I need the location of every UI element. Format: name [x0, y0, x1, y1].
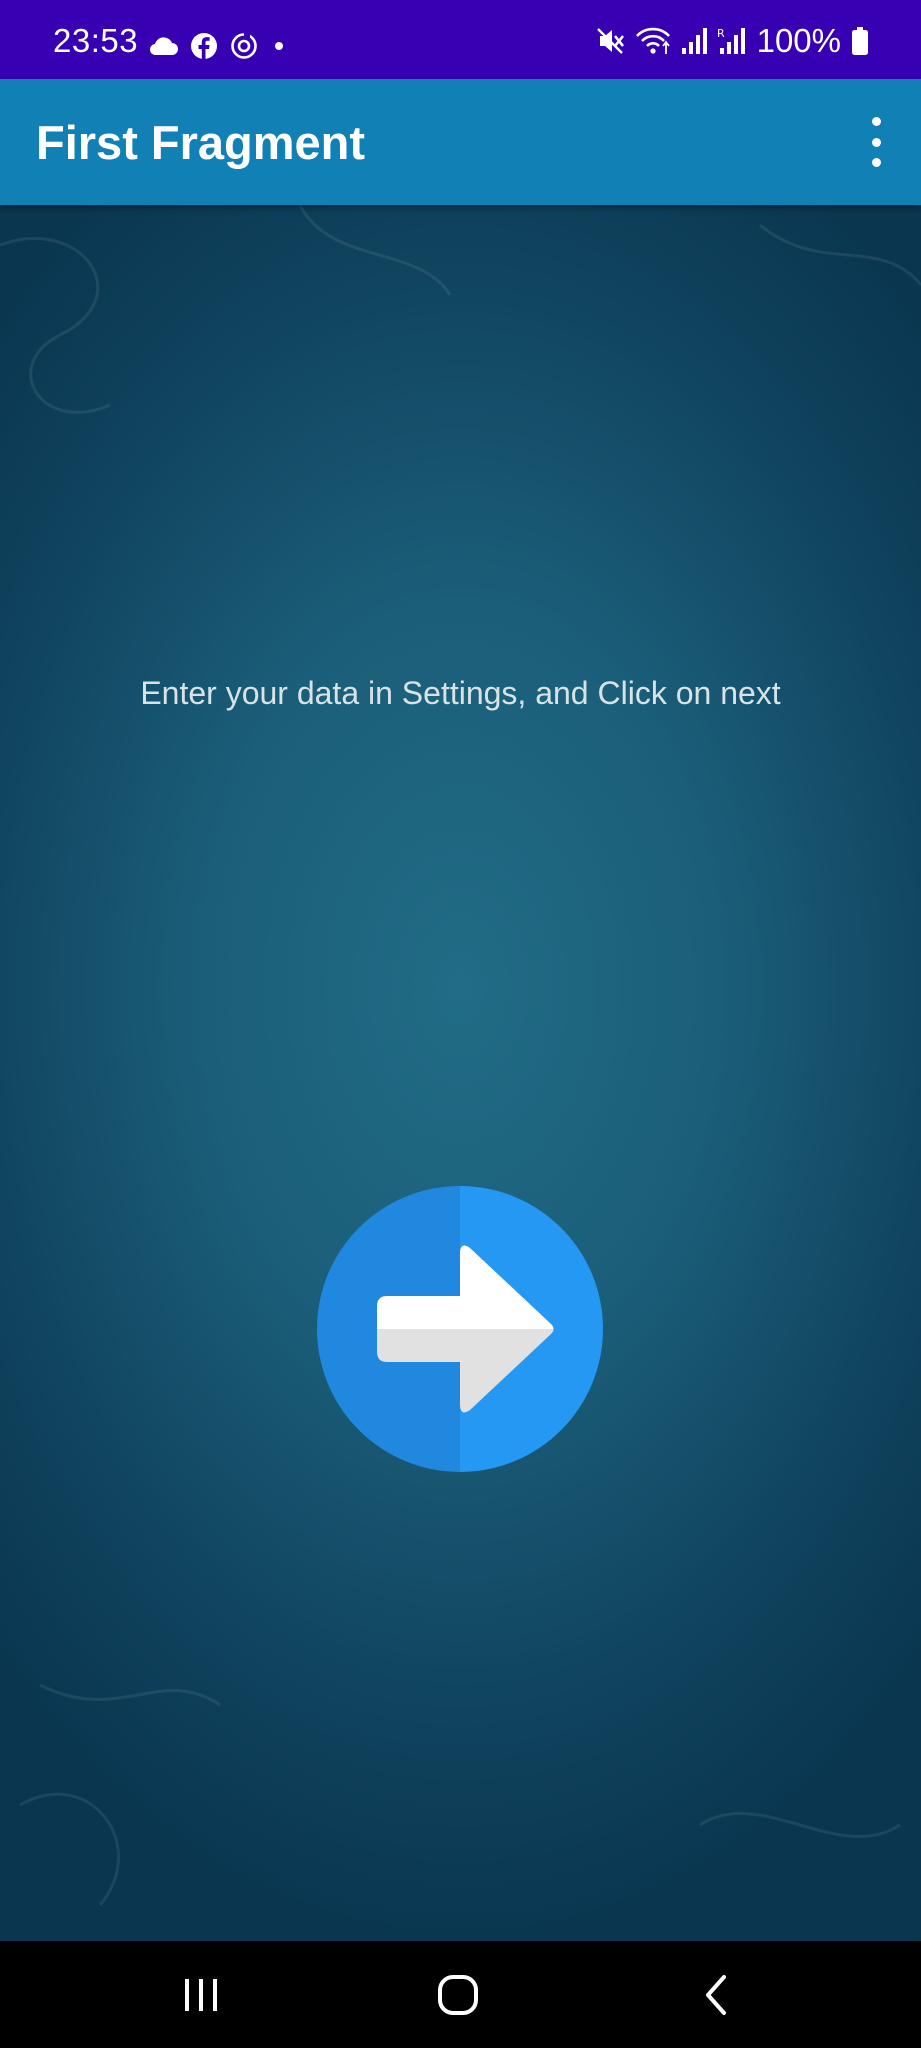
background-pattern	[0, 205, 921, 1906]
wifi-icon	[635, 27, 670, 54]
facebook-icon	[191, 33, 217, 59]
back-button[interactable]	[656, 1941, 776, 2048]
instruction-text: Enter your data in Settings, and Click o…	[140, 675, 781, 711]
system-icons: R 100%	[595, 22, 869, 60]
arrow-right-circle-icon	[317, 1186, 603, 1472]
svg-text:R: R	[717, 27, 725, 40]
battery-percentage: 100%	[756, 22, 841, 59]
cloud-icon	[149, 37, 178, 56]
recents-icon	[185, 1978, 217, 2011]
signal-roaming-icon: R	[717, 27, 745, 54]
app-screen: 23:53 R 100% First Fragment Enter your d…	[0, 0, 921, 2048]
status-time: 23:53	[53, 22, 139, 59]
home-icon	[438, 1974, 478, 2015]
mute-icon	[596, 28, 624, 54]
sync-icon	[231, 32, 257, 59]
battery-icon	[852, 27, 868, 55]
app-bar: First Fragment	[0, 79, 921, 205]
back-icon	[706, 1974, 726, 2015]
navigation-bar	[0, 1941, 921, 2048]
app-title: First Fragment	[36, 116, 366, 169]
notification-icons	[148, 30, 288, 62]
more-vert-icon[interactable]	[861, 117, 891, 167]
home-button[interactable]	[398, 1941, 518, 2048]
signal-icon	[681, 28, 707, 54]
next-button[interactable]	[317, 1186, 603, 1472]
status-bar: 23:53 R 100%	[0, 0, 921, 79]
fragment-content: Enter your data in Settings, and Click o…	[0, 205, 921, 1941]
recents-button[interactable]	[141, 1941, 261, 2048]
dot-icon	[275, 42, 283, 50]
